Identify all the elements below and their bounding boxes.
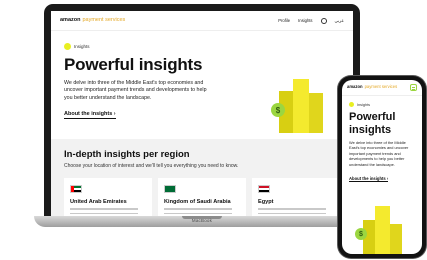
region-section: In-depth insights per region Choose your… xyxy=(51,139,353,216)
laptop-screen: amazon payment services Profile Insights… xyxy=(51,11,353,216)
region-subtitle: Choose your location of interest and we'… xyxy=(64,163,239,169)
brand-product: payment services xyxy=(364,84,398,90)
brand-name: amazon xyxy=(347,84,363,90)
search-icon[interactable] xyxy=(320,17,327,24)
region-cards: United Arab Emirates Kingdom of Saudi Ar… xyxy=(64,178,343,216)
laptop-model-label: MacBook xyxy=(191,218,213,223)
phone-insights-badge: Insights xyxy=(349,102,415,107)
region-card-name: United Arab Emirates xyxy=(70,199,127,205)
text-placeholder-line xyxy=(70,212,139,214)
brand-name: amazon xyxy=(60,16,81,23)
brand-product: payment services xyxy=(82,16,126,23)
region-title: In-depth insights per region xyxy=(64,149,190,160)
phone-mockup: amazon payment services Insights Powerfu… xyxy=(338,76,426,258)
hero-description: We delve into three of the Middle East's… xyxy=(64,80,207,101)
laptop-lid: amazon payment services Profile Insights… xyxy=(44,4,360,218)
text-placeholder-line xyxy=(258,208,327,210)
brand-logo[interactable]: amazon payment services xyxy=(60,16,126,24)
laptop-mockup: amazon payment services Profile Insights… xyxy=(34,4,370,227)
top-nav: amazon payment services Profile Insights… xyxy=(51,11,353,31)
region-card-name: Kingdom of Saudi Arabia xyxy=(164,199,231,205)
phone-about-insights-link[interactable]: About the insights › xyxy=(349,176,389,183)
phone-hero-description: We delve into three of the Middle East's… xyxy=(349,140,409,167)
illustration-bar xyxy=(375,206,390,254)
insights-badge-label: Insights xyxy=(357,102,371,107)
region-card-egypt[interactable]: Egypt xyxy=(252,178,340,216)
text-placeholder-line xyxy=(164,212,233,214)
hamburger-menu-icon[interactable] xyxy=(410,84,417,91)
phone-hero: Insights Powerful insights We delve into… xyxy=(342,96,422,254)
egypt-flag-icon xyxy=(258,185,270,193)
insights-badge: Insights xyxy=(64,43,353,50)
text-placeholder-line xyxy=(70,208,139,210)
insights-dot-icon xyxy=(64,43,71,50)
illustration-bar xyxy=(390,224,402,254)
bar-chart-illustration: $ xyxy=(265,77,335,133)
nav-links: Profile Insights عربي xyxy=(278,17,344,24)
nav-insights-link[interactable]: Insights xyxy=(298,18,312,23)
nav-profile-link[interactable]: Profile xyxy=(278,18,290,23)
phone-nav: amazon payment services xyxy=(342,80,422,96)
phone-bar-chart-illustration: $ xyxy=(349,206,413,254)
insights-badge-label: Insights xyxy=(74,44,90,49)
hero-section: Insights Powerful insights We delve into… xyxy=(51,31,353,139)
region-card-ksa[interactable]: Kingdom of Saudi Arabia xyxy=(158,178,246,216)
saudi-flag-icon xyxy=(164,185,176,193)
coin-icon: $ xyxy=(271,103,285,117)
illustration-bar xyxy=(293,79,309,133)
hero-title: Powerful insights xyxy=(64,55,203,74)
about-insights-link[interactable]: About the insights › xyxy=(64,111,116,120)
laptop-base: MacBook xyxy=(34,216,370,227)
nav-language-link[interactable]: عربي xyxy=(335,18,344,23)
phone-brand-logo[interactable]: amazon payment services xyxy=(347,85,397,89)
phone-screen: amazon payment services Insights Powerfu… xyxy=(342,80,422,254)
coin-icon: $ xyxy=(355,228,367,240)
insights-dot-icon xyxy=(349,102,354,107)
region-card-name: Egypt xyxy=(258,199,274,205)
text-placeholder-line xyxy=(258,212,327,214)
text-placeholder-line xyxy=(164,208,233,210)
uae-flag-icon xyxy=(70,185,82,193)
phone-hero-title: Powerful insights xyxy=(349,111,396,136)
region-card-uae[interactable]: United Arab Emirates xyxy=(64,178,152,216)
illustration-bar xyxy=(309,93,323,133)
